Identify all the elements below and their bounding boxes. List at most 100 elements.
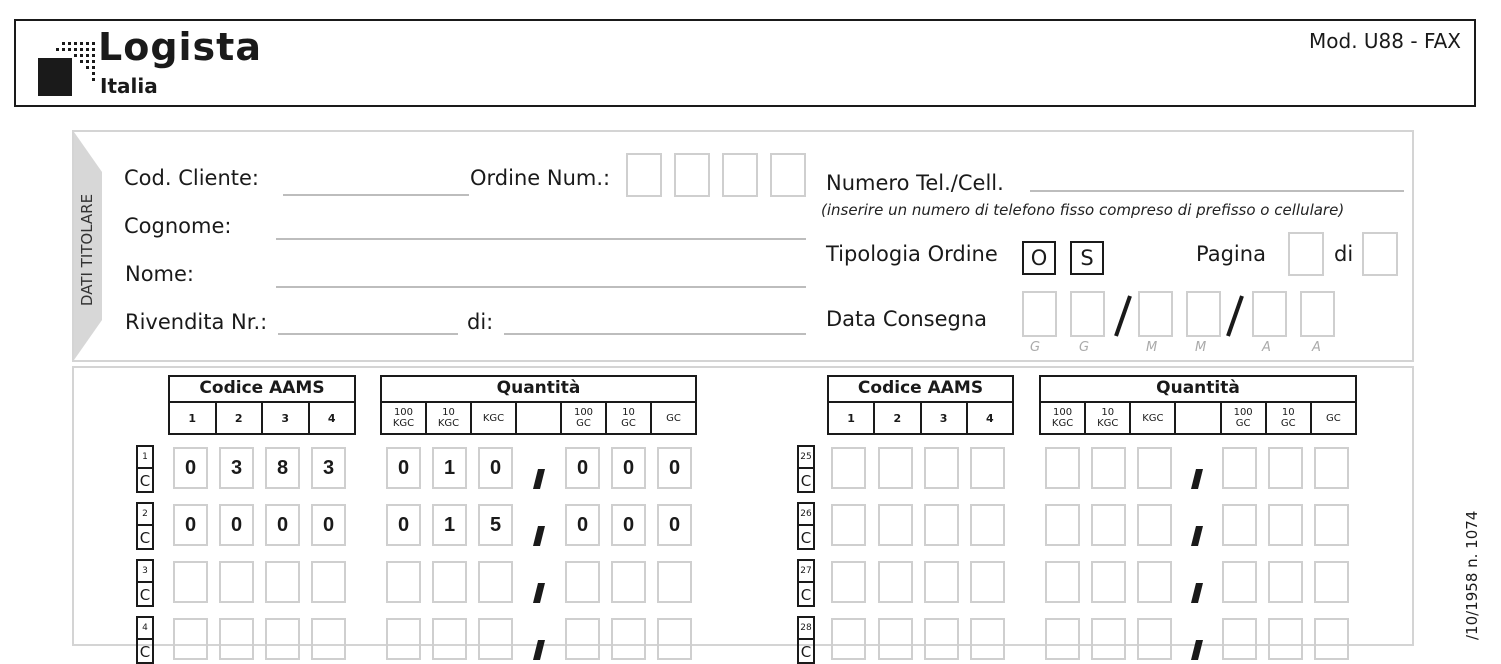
codice-digit-cell[interactable]: [831, 561, 866, 603]
codice-digit-cell[interactable]: [173, 561, 208, 603]
codice-digit-cell[interactable]: [924, 618, 959, 660]
rivendita-di-field[interactable]: [504, 333, 806, 335]
codice-digit-cell[interactable]: [831, 618, 866, 660]
quantita-digit-cell[interactable]: 0: [386, 504, 421, 546]
codice-digit-cell[interactable]: 0: [173, 504, 208, 546]
codice-digit-cell[interactable]: 0: [219, 504, 254, 546]
codice-digit-cell[interactable]: 0: [311, 504, 346, 546]
quantita-digit-cell[interactable]: [1268, 561, 1303, 603]
quantita-digit-cell[interactable]: [657, 561, 692, 603]
date-box-m2[interactable]: [1186, 291, 1221, 337]
quantita-digit-cell[interactable]: [611, 618, 646, 660]
quantita-digit-cell[interactable]: 1: [432, 504, 467, 546]
quantita-digit-cell[interactable]: [611, 561, 646, 603]
codice-digit-cell[interactable]: 3: [219, 447, 254, 489]
quantita-digit-cell[interactable]: 0: [386, 447, 421, 489]
date-box-g1[interactable]: [1022, 291, 1057, 337]
pagina-box[interactable]: [1288, 232, 1324, 276]
date-box-a1[interactable]: [1252, 291, 1287, 337]
rivendita-field[interactable]: [278, 333, 458, 335]
ordine-num-box-2[interactable]: [674, 153, 710, 197]
codice-digit-cell[interactable]: [173, 618, 208, 660]
codice-digit-cell[interactable]: 0: [265, 504, 300, 546]
date-box-g2[interactable]: [1070, 291, 1105, 337]
quantita-digit-cell[interactable]: [1314, 447, 1349, 489]
quantita-digit-cell[interactable]: [1222, 504, 1257, 546]
quantita-digit-cell[interactable]: [1268, 447, 1303, 489]
codice-digit-cell[interactable]: [924, 504, 959, 546]
quantita-digit-cell[interactable]: [1137, 447, 1172, 489]
codice-digit-cell[interactable]: 8: [265, 447, 300, 489]
codice-digit-cell[interactable]: [265, 618, 300, 660]
quantita-digit-cell[interactable]: [1137, 618, 1172, 660]
quantita-digit-cell[interactable]: [432, 618, 467, 660]
codice-digit-cell[interactable]: [970, 504, 1005, 546]
codice-digit-cell[interactable]: [831, 504, 866, 546]
quantita-digit-cell[interactable]: [478, 561, 513, 603]
quantita-digit-cell[interactable]: [1091, 618, 1126, 660]
quantita-digit-cell[interactable]: [565, 618, 600, 660]
quantita-digit-cell[interactable]: [1137, 561, 1172, 603]
quantita-digit-cell[interactable]: 0: [565, 447, 600, 489]
quantita-digit-cell[interactable]: [1137, 504, 1172, 546]
codice-digit-cell[interactable]: [924, 561, 959, 603]
cod-cliente-field[interactable]: [283, 194, 469, 196]
quantita-digit-cell[interactable]: [478, 618, 513, 660]
tipologia-option-s[interactable]: S: [1070, 241, 1104, 275]
codice-digit-cell[interactable]: [878, 504, 913, 546]
ordine-num-box-4[interactable]: [770, 153, 806, 197]
date-box-a2[interactable]: [1300, 291, 1335, 337]
codice-digit-cell[interactable]: [219, 618, 254, 660]
codice-digit-cell[interactable]: [311, 618, 346, 660]
quantita-digit-cell[interactable]: 1: [432, 447, 467, 489]
quantita-digit-cell[interactable]: [1222, 447, 1257, 489]
quantita-digit-cell[interactable]: [1045, 618, 1080, 660]
codice-digit-cell[interactable]: [970, 618, 1005, 660]
codice-digit-cell[interactable]: [878, 618, 913, 660]
cognome-field[interactable]: [276, 238, 806, 240]
codice-digit-cell[interactable]: 0: [173, 447, 208, 489]
pagina-tot-box[interactable]: [1362, 232, 1398, 276]
quantita-digit-cell[interactable]: [1091, 504, 1126, 546]
quantita-digit-cell[interactable]: [1045, 561, 1080, 603]
quantita-digit-cell[interactable]: 0: [611, 447, 646, 489]
quantita-digit-cell[interactable]: [432, 561, 467, 603]
quantita-digit-cell[interactable]: 0: [478, 447, 513, 489]
quantita-digit-cell[interactable]: 0: [657, 447, 692, 489]
quantita-digit-cell[interactable]: [1222, 561, 1257, 603]
quantita-digit-cell[interactable]: [1091, 447, 1126, 489]
codice-digit-cell[interactable]: [970, 447, 1005, 489]
quantita-digit-cell[interactable]: [1268, 618, 1303, 660]
quantita-digit-cell[interactable]: [1314, 504, 1349, 546]
quantita-digit-cell[interactable]: [1045, 447, 1080, 489]
quantita-digit-cell[interactable]: [386, 561, 421, 603]
quantita-digit-cell[interactable]: 0: [657, 504, 692, 546]
quantita-digit-cell[interactable]: 0: [565, 504, 600, 546]
quantita-digit-cell[interactable]: [1314, 561, 1349, 603]
codice-digit-cell[interactable]: [219, 561, 254, 603]
codice-digit-cell[interactable]: [265, 561, 300, 603]
codice-digit-cell[interactable]: 3: [311, 447, 346, 489]
quantita-digit-cell[interactable]: [657, 618, 692, 660]
quantita-digit-cell[interactable]: 5: [478, 504, 513, 546]
quantita-digit-cell[interactable]: 0: [611, 504, 646, 546]
codice-digit-cell[interactable]: [970, 561, 1005, 603]
quantita-digit-cell[interactable]: [565, 561, 600, 603]
date-box-m1[interactable]: [1138, 291, 1173, 337]
nome-field[interactable]: [276, 286, 806, 288]
quantita-digit-cell[interactable]: [1268, 504, 1303, 546]
codice-digit-cell[interactable]: [878, 561, 913, 603]
quantita-digit-cell[interactable]: [1045, 504, 1080, 546]
quantita-digit-cell[interactable]: [1314, 618, 1349, 660]
quantita-digit-cell[interactable]: [1091, 561, 1126, 603]
codice-digit-cell[interactable]: [878, 447, 913, 489]
ordine-num-box-1[interactable]: [626, 153, 662, 197]
quantita-digit-cell[interactable]: [1222, 618, 1257, 660]
codice-digit-cell[interactable]: [831, 447, 866, 489]
codice-digit-cell[interactable]: [924, 447, 959, 489]
quantita-digit-cell[interactable]: [386, 618, 421, 660]
ordine-num-box-3[interactable]: [722, 153, 758, 197]
telefono-field[interactable]: [1030, 190, 1404, 192]
tipologia-option-o[interactable]: O: [1022, 241, 1056, 275]
codice-digit-cell[interactable]: [311, 561, 346, 603]
